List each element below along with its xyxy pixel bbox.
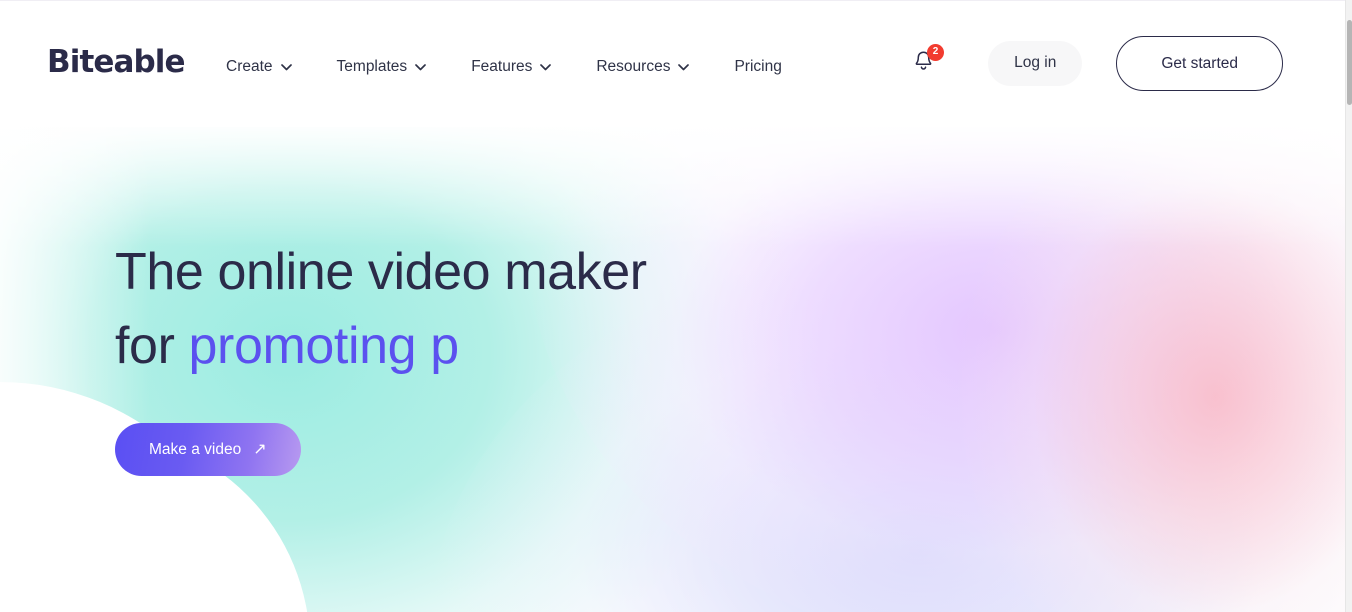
hero-content: The online video maker for promoting p M… bbox=[115, 235, 647, 477]
nav-item-resources[interactable]: Resources bbox=[596, 52, 707, 82]
headline-line-1: The online video maker bbox=[115, 243, 647, 301]
nav-item-pricing[interactable]: Pricing bbox=[734, 52, 781, 82]
notification-badge: 2 bbox=[927, 43, 945, 61]
page-title: The online video maker for promoting p bbox=[115, 235, 647, 383]
site-header: Biteable Create Templates Features Resou… bbox=[0, 0, 1345, 127]
nav-item-label: Templates bbox=[336, 58, 408, 75]
notifications-button[interactable]: 2 bbox=[906, 43, 945, 81]
chevron-down-icon bbox=[678, 64, 690, 71]
get-started-button[interactable]: Get started bbox=[1116, 35, 1283, 92]
logo[interactable]: Biteable bbox=[47, 47, 186, 78]
chevron-down-icon bbox=[540, 64, 552, 71]
headline-line-2-accent: promoting p bbox=[188, 317, 460, 375]
decorative-fade-top bbox=[0, 127, 1345, 247]
nav-item-label: Create bbox=[226, 58, 273, 75]
chevron-down-icon bbox=[415, 64, 427, 71]
cta-label: Make a video bbox=[149, 441, 242, 458]
nav-item-features[interactable]: Features bbox=[471, 52, 569, 82]
arrow-up-right-icon: ↗ bbox=[253, 440, 267, 458]
vertical-scrollbar[interactable] bbox=[1345, 0, 1352, 612]
chevron-down-icon bbox=[280, 64, 292, 71]
page-root: Biteable Create Templates Features Resou… bbox=[0, 0, 1352, 612]
nav-item-templates[interactable]: Templates bbox=[337, 52, 445, 82]
nav-item-label: Pricing bbox=[734, 58, 782, 75]
nav-item-label: Resources bbox=[596, 58, 671, 75]
header-actions: 2 Log in Get started bbox=[906, 0, 1283, 127]
nav-item-create[interactable]: Create bbox=[226, 52, 310, 82]
top-hairline bbox=[0, 0, 1345, 1]
headline-line-2-static: for bbox=[115, 317, 189, 375]
login-button[interactable]: Log in bbox=[988, 41, 1083, 86]
nav-item-label: Features bbox=[471, 58, 533, 75]
scrollbar-thumb[interactable] bbox=[1347, 20, 1352, 105]
main-nav: Create Templates Features Resources Pric… bbox=[226, 52, 782, 82]
make-a-video-button[interactable]: Make a video ↗ bbox=[115, 423, 301, 477]
